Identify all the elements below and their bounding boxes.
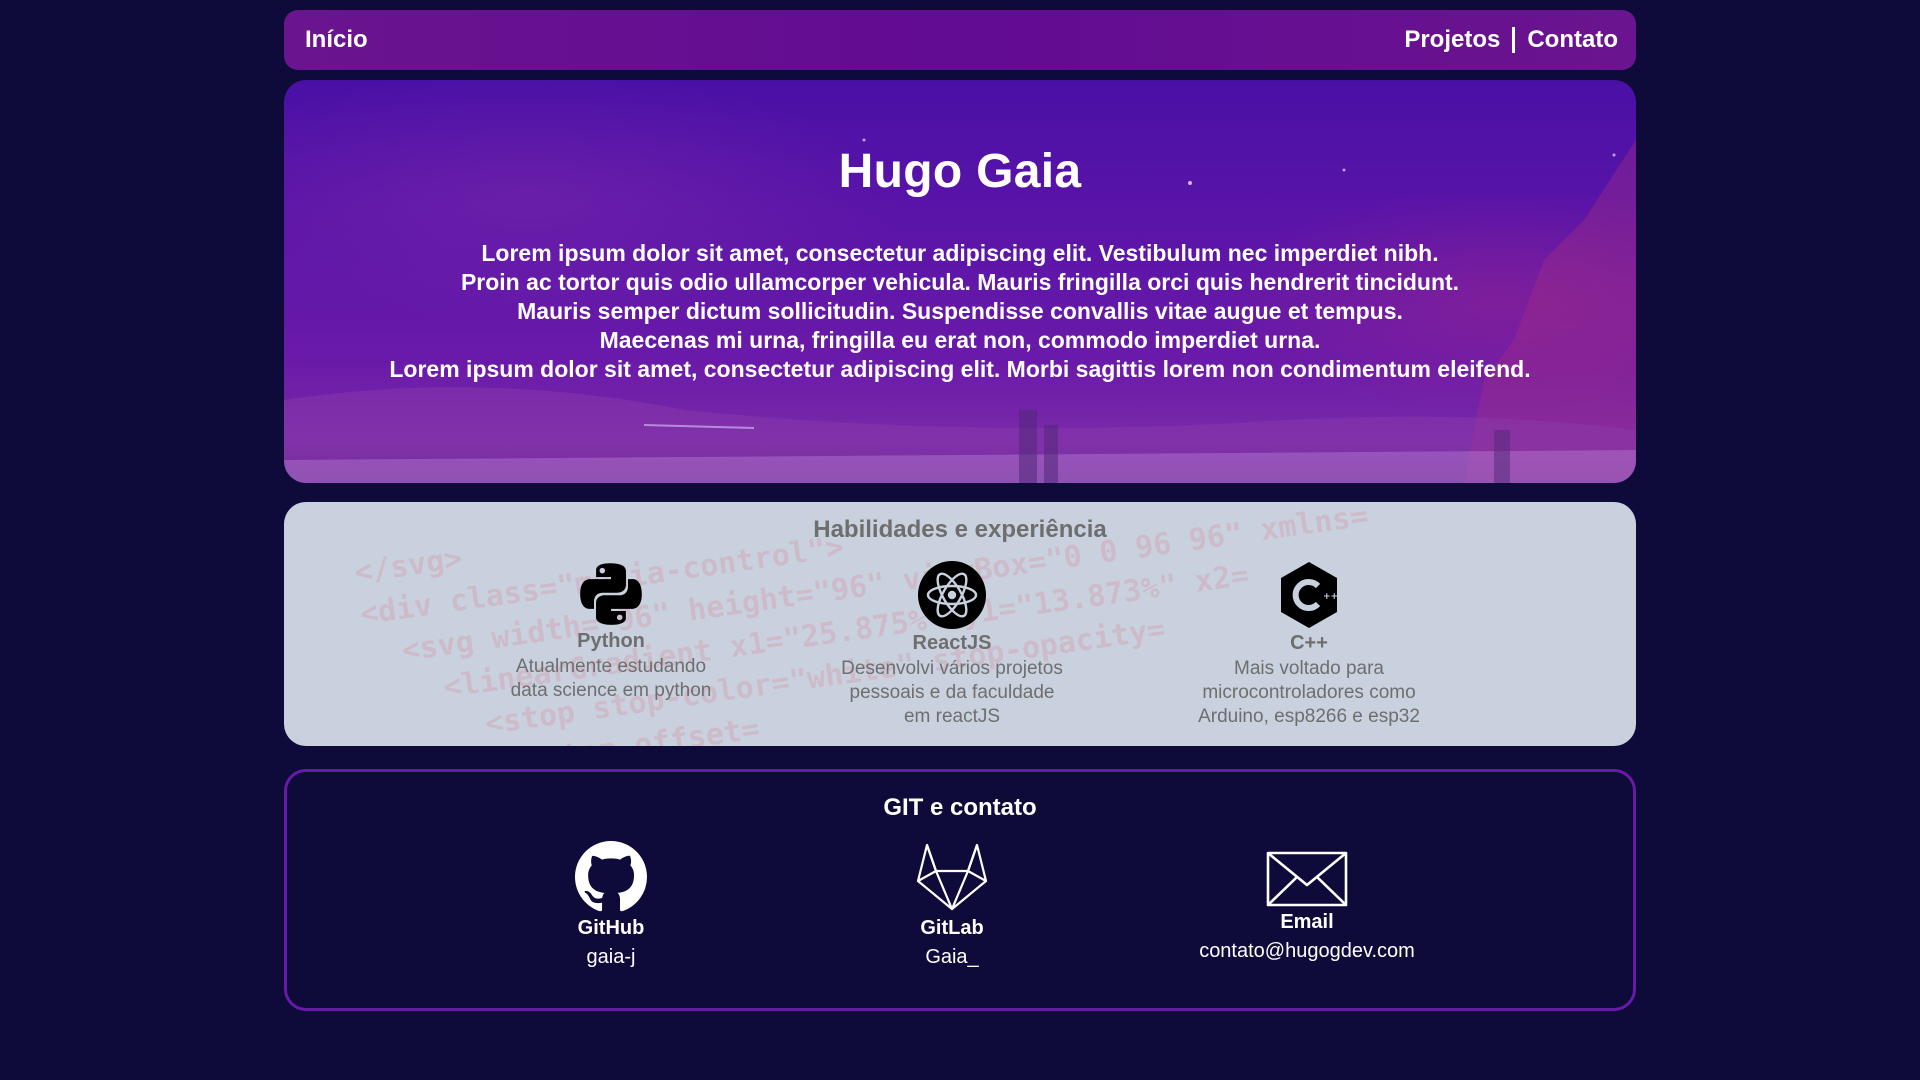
skills-title: Habilidades e experiência [813,516,1107,543]
mail-icon [1266,851,1348,907]
contact-item-gitlab[interactable]: GitLab Gaia_ [822,841,1082,969]
nav-divider [1512,27,1516,53]
contact-item-github[interactable]: GitHub gaia-j [481,841,741,969]
contact-title: GIT e contato [883,794,1037,821]
cpp-icon: ++ [1281,562,1338,628]
skill-name: Python [577,630,645,652]
contact-name: GitLab [920,917,984,939]
hero-bio: Lorem ipsum dolor sit amet, consectetur … [389,240,1531,382]
react-icon [918,561,986,629]
skill-name: C++ [1290,632,1328,654]
python-icon [580,563,642,625]
hero-name: Hugo Gaia [838,145,1082,198]
contact-item-email[interactable]: Email contato@hugogdev.com [1177,851,1437,963]
skill-description: Mais voltado para microcontroladores com… [1198,658,1420,727]
skill-description: Desenvolvi vários projetos pessoais e da… [841,658,1063,727]
github-icon [575,841,647,912]
nav-link-projects[interactable]: Projetos [1404,26,1500,54]
top-navbar: Início Projetos Contato [284,10,1636,70]
contact-value[interactable]: gaia-j [481,946,741,969]
svg-text:++: ++ [1323,592,1338,602]
contact-name: Email [1280,911,1334,933]
contact-value[interactable]: contato@hugogdev.com [1177,940,1437,963]
nav-right-links: Projetos Contato [1404,26,1618,54]
skill-name: ReactJS [912,632,992,654]
skill-item-cpp: ++ C++ Mais voltado para microcontrolado… [1179,560,1439,729]
skill-item-python: Python Atualmente estudando data science… [481,560,741,703]
skills-section: </svg> <div class="media-control"> <svg … [284,502,1636,746]
gitlab-icon [916,843,988,911]
contact-name: GitHub [577,917,645,939]
contact-value[interactable]: Gaia_ [822,946,1082,969]
contact-section: GIT e contato GitHub gaia-j GitLab Gaia_ [284,769,1636,1011]
hero-banner: Hugo Gaia Lorem ipsum dolor sit amet, co… [284,80,1636,483]
skill-description: Atualmente estudando data science em pyt… [510,656,712,701]
nav-link-home[interactable]: Início [305,26,368,54]
skill-item-react: ReactJS Desenvolvi vários projetos pesso… [822,560,1082,729]
nav-link-contact[interactable]: Contato [1527,26,1618,54]
